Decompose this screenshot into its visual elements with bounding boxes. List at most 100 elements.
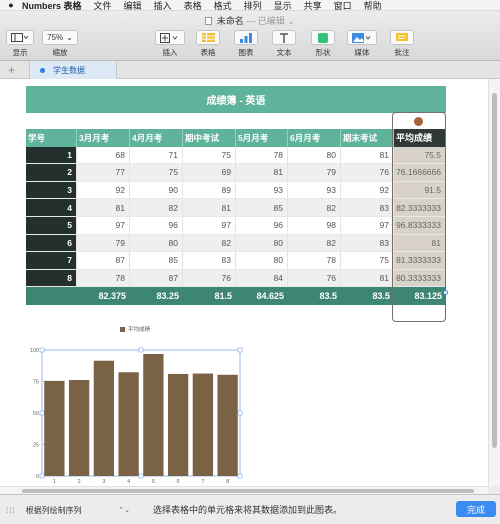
table-cell[interactable]: 92: [341, 181, 394, 200]
table-cell[interactable]: 75: [341, 252, 394, 270]
chart-bar[interactable]: [93, 360, 115, 476]
table-cell[interactable]: 76: [288, 269, 341, 288]
shape-tool[interactable]: 形状: [311, 30, 335, 58]
chart-resize-handle[interactable]: [39, 473, 45, 479]
table-cell[interactable]: 93: [288, 181, 341, 200]
table-cell[interactable]: 90: [130, 181, 183, 200]
media-button[interactable]: [347, 30, 377, 45]
app-name-menu[interactable]: Numbers 表格: [22, 0, 82, 12]
document-name[interactable]: 未命名: [217, 16, 244, 26]
average-cell[interactable]: 82.3333333: [394, 199, 446, 217]
table-cell[interactable]: 85: [236, 199, 288, 217]
row-id-cell[interactable]: 4: [26, 199, 77, 217]
average-cell[interactable]: 96.8333333: [394, 216, 446, 235]
table-cell[interactable]: 76: [183, 269, 236, 288]
table-cell[interactable]: 93: [236, 181, 288, 200]
table-cell[interactable]: 79: [288, 164, 341, 182]
table-cell[interactable]: 92: [77, 181, 130, 200]
sheet-tab-student-data[interactable]: 学生数据: [29, 61, 117, 79]
menu-view[interactable]: 显示: [274, 0, 292, 12]
column-header[interactable]: 3月月考: [77, 129, 130, 147]
sheet-canvas[interactable]: 成绩簿 - 英语 学号 3月月考 4月月考 期中考试 5月月考 6月月考 期末考试平均成绩 …: [0, 79, 488, 486]
table-cell[interactable]: 81: [236, 164, 288, 182]
chart-resize-handle[interactable]: [39, 410, 45, 416]
footer-cell[interactable]: 83.125: [394, 287, 446, 306]
menu-file[interactable]: 文件: [94, 0, 112, 12]
horizontal-scroll-thumb[interactable]: [22, 489, 474, 493]
zoom-tool[interactable]: 75% ⌄ 缩放: [42, 30, 78, 58]
column-header[interactable]: 平均成绩: [394, 129, 446, 147]
text-tool[interactable]: 文本: [272, 30, 296, 58]
gradebook-table[interactable]: 学号 3月月考 4月月考 期中考试 5月月考 6月月考 期末考试 平均成绩 1 68 71 75 78…: [26, 129, 446, 306]
chart-bar[interactable]: [217, 374, 238, 476]
chart-bar[interactable]: [167, 373, 189, 476]
column-header[interactable]: 4月月考: [130, 129, 183, 147]
table-cell[interactable]: 81: [341, 269, 394, 288]
table-cell[interactable]: 71: [130, 146, 183, 165]
vertical-scroll-thumb[interactable]: [492, 93, 497, 448]
column-header[interactable]: 6月月考: [288, 129, 341, 147]
footer-cell[interactable]: 83.5: [341, 287, 394, 306]
chart-resize-handle[interactable]: [39, 347, 45, 353]
table-cell[interactable]: 96: [236, 216, 288, 235]
table-cell[interactable]: 85: [130, 252, 183, 270]
chart-button[interactable]: [234, 30, 258, 45]
menu-insert[interactable]: 插入: [154, 0, 172, 12]
table-cell[interactable]: 77: [77, 164, 130, 182]
table-resize-handle[interactable]: [443, 290, 448, 295]
table-cell[interactable]: 89: [183, 181, 236, 200]
media-tool[interactable]: 媒体: [347, 30, 377, 58]
chart-bar[interactable]: [44, 380, 65, 476]
table-cell[interactable]: 87: [77, 252, 130, 270]
table-cell[interactable]: 78: [288, 252, 341, 270]
table-cell[interactable]: 78: [77, 269, 130, 288]
table-cell[interactable]: 81: [77, 199, 130, 217]
table-cell[interactable]: 75: [130, 164, 183, 182]
table-cell[interactable]: 97: [77, 216, 130, 235]
text-button[interactable]: [272, 30, 296, 45]
apple-logo-icon[interactable]: ●: [0, 0, 22, 10]
footer-cell[interactable]: 83.5: [288, 287, 341, 306]
average-cell[interactable]: 81.3333333: [394, 252, 446, 270]
view-tool[interactable]: 显示: [6, 30, 34, 58]
table-title[interactable]: 成绩簿 - 英语: [26, 86, 446, 113]
footer-cell[interactable]: 81.5: [183, 287, 236, 306]
vertical-scrollbar[interactable]: [488, 79, 500, 486]
column-header[interactable]: 5月月考: [236, 129, 288, 147]
column-header[interactable]: 学号: [26, 129, 77, 147]
table-cell[interactable]: 69: [183, 164, 236, 182]
column-header[interactable]: 期中考试: [183, 129, 236, 147]
chart-resize-handle[interactable]: [138, 473, 144, 479]
comment-tool[interactable]: 批注: [390, 30, 414, 58]
column-header[interactable]: 期末考试: [341, 129, 394, 147]
column-select-handle[interactable]: [414, 117, 423, 126]
table-cell[interactable]: 80: [288, 146, 341, 165]
shape-button[interactable]: [311, 30, 335, 45]
insert-button[interactable]: [155, 30, 185, 45]
bar-chart[interactable]: 平均成绩 0 25 50 75 100 1 2 3 4 5 6 7 8: [24, 317, 248, 486]
zoom-select[interactable]: 75% ⌄: [42, 30, 78, 45]
average-cell[interactable]: 81: [394, 234, 446, 253]
row-id-cell[interactable]: 8: [26, 269, 77, 288]
table-cell[interactable]: 82: [183, 234, 236, 253]
footer-cell[interactable]: 82.375: [77, 287, 130, 306]
footer-cell[interactable]: 83.25: [130, 287, 183, 306]
row-id-cell[interactable]: 5: [26, 216, 77, 235]
comment-button[interactable]: [390, 30, 414, 45]
insert-tool[interactable]: 插入: [155, 30, 185, 58]
done-button[interactable]: 完成: [456, 501, 496, 517]
table-cell[interactable]: 75: [183, 146, 236, 165]
table-cell[interactable]: 98: [288, 216, 341, 235]
table-cell[interactable]: 78: [236, 146, 288, 165]
table-button[interactable]: [196, 30, 220, 45]
row-id-cell[interactable]: 3: [26, 181, 77, 200]
average-cell[interactable]: 91.5: [394, 181, 446, 200]
table-cell[interactable]: 81: [183, 199, 236, 217]
table-cell[interactable]: 84: [236, 269, 288, 288]
table-cell[interactable]: 80: [130, 234, 183, 253]
table-cell[interactable]: 82: [130, 199, 183, 217]
footer-cell[interactable]: 84.625: [236, 287, 288, 306]
row-id-cell[interactable]: 7: [26, 252, 77, 270]
plot-series-select[interactable]: ⁞⁞⁞ 根据列绘制序列 ⌃⌄: [6, 503, 134, 517]
chart-resize-handle[interactable]: [237, 473, 243, 479]
